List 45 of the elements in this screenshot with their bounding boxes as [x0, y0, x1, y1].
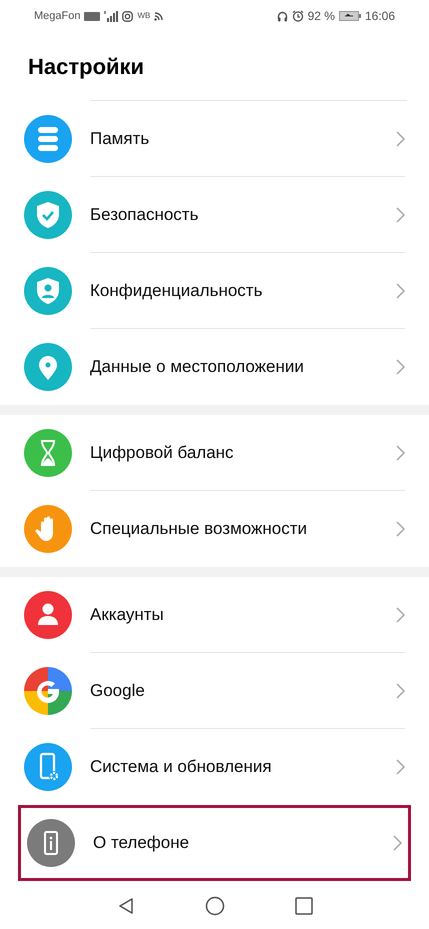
chevron-right-icon	[396, 759, 405, 775]
instagram-icon	[122, 10, 134, 22]
chevron-right-icon	[396, 606, 405, 622]
settings-item[interactable]: Память	[0, 101, 429, 177]
item-label: О телефоне	[93, 832, 190, 854]
settings-item[interactable]: Аккаунты	[0, 577, 429, 653]
app-label: WB	[137, 10, 150, 22]
signal-icon	[104, 10, 118, 22]
page-title: Настройки	[28, 52, 144, 81]
chevron-right-icon	[396, 206, 405, 222]
settings-item[interactable]: О телефоне	[18, 805, 411, 881]
item-label: Google	[90, 680, 146, 702]
home-icon[interactable]	[204, 896, 224, 916]
item-label: Данные о местоположении	[90, 356, 305, 378]
battery-percent: 92 %	[308, 8, 335, 25]
carrier-name: MegaFon	[34, 8, 80, 24]
alarm-icon	[292, 10, 304, 22]
chevron-right-icon	[396, 282, 405, 298]
wifi-icon	[154, 11, 164, 21]
google-logo-icon	[24, 667, 72, 715]
settings-item[interactable]: Безопасность	[0, 177, 429, 253]
item-label: Аккаунты	[90, 604, 165, 626]
headphones-icon	[276, 10, 288, 22]
item-label: Цифровой баланс	[90, 442, 235, 464]
settings-item[interactable]: Цифровой баланс	[0, 415, 429, 491]
chevron-right-icon	[393, 835, 402, 851]
chevron-right-icon	[396, 682, 405, 698]
item-label: Безопасность	[90, 204, 200, 226]
item-label: Конфиденциальность	[90, 280, 264, 302]
chevron-right-icon	[396, 444, 405, 460]
settings-item[interactable]: Данные о местоположении	[0, 329, 429, 405]
back-icon[interactable]	[116, 897, 134, 915]
battery-icon	[338, 11, 361, 21]
settings-item[interactable]: Специальные возможности	[0, 491, 429, 567]
settings-item[interactable]: Система и обновления	[0, 729, 429, 805]
clock: 16:06	[364, 8, 395, 25]
settings-item[interactable]: Google	[0, 653, 429, 729]
recents-icon[interactable]	[294, 897, 312, 915]
settings-item[interactable]: Конфиденциальность	[0, 253, 429, 329]
chevron-right-icon	[396, 359, 405, 375]
chevron-right-icon	[396, 130, 405, 146]
item-label: Специальные возможности	[90, 518, 308, 540]
item-label: Система и обновления	[90, 756, 273, 778]
item-label: Память	[90, 128, 150, 150]
chevron-right-icon	[396, 521, 405, 537]
